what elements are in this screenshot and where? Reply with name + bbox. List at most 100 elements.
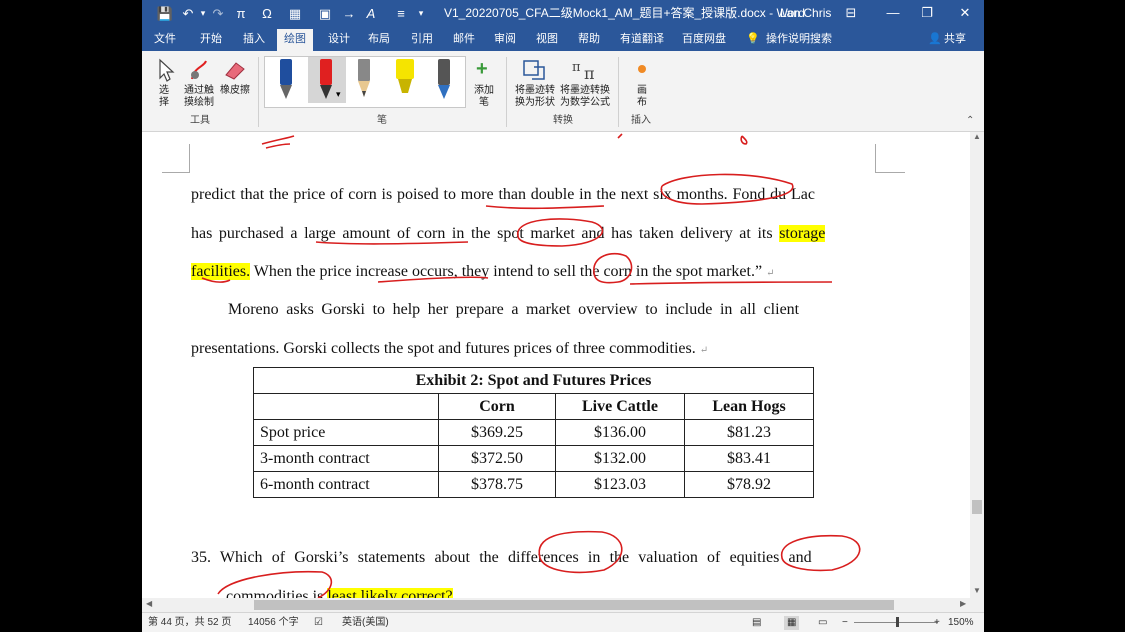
read-mode-icon[interactable]: ▤ [752, 616, 761, 630]
minimize-button[interactable]: — [880, 3, 906, 23]
scroll-thumb[interactable] [972, 500, 982, 514]
touch-draw-button[interactable]: 通过触摸绘制 [182, 57, 216, 113]
tab-review[interactable]: 审阅 [494, 31, 516, 47]
ink-stroke [485, 205, 605, 210]
document-title: V1_20220705_CFA二级Mock1_AM_题目+答案_授课版.docx… [444, 6, 805, 20]
tab-help[interactable]: 帮助 [578, 31, 600, 47]
svg-text:π: π [584, 64, 595, 83]
scroll-right-icon[interactable]: ▶ [960, 599, 966, 608]
ink-stroke [377, 276, 489, 283]
touch-draw-icon [191, 60, 207, 80]
page-count[interactable]: 第 44 页，共 52 页 [148, 616, 231, 630]
status-bar: 第 44 页，共 52 页 14056 个字 ☑ 英语(美国) ▤ ▦ ▭ − … [142, 612, 984, 632]
ink-stroke [617, 133, 623, 139]
tab-insert[interactable]: 插入 [243, 31, 265, 47]
scroll-up-icon[interactable]: ▲ [973, 132, 981, 141]
horizontal-scrollbar[interactable]: ◀ ▶ [142, 598, 984, 612]
ink-to-shape-button[interactable]: 将墨迹转换为形状 [514, 57, 556, 113]
ink-to-math-icon: ππ [572, 60, 595, 83]
pen-1[interactable] [278, 59, 294, 106]
add-pen-button[interactable]: + 添加笔 [472, 57, 496, 113]
ink-stroke [201, 277, 231, 283]
language-indicator[interactable]: 英语(美国) [342, 616, 389, 630]
ribbon: 选择 通过触摸绘制 橡皮擦 工具 ▾ + 添加笔 笔 将墨迹转换为形状 π π … [142, 51, 984, 132]
divider [618, 57, 619, 127]
ink-stroke [593, 252, 633, 284]
web-layout-icon[interactable]: ▭ [818, 616, 827, 630]
zoom-level[interactable]: 150% [948, 616, 974, 630]
plus-icon: + [476, 58, 488, 80]
collapse-ribbon-icon[interactable]: ⌃ [966, 115, 974, 126]
ink-stroke [629, 281, 833, 285]
symbol-icon[interactable]: Ω [260, 4, 274, 23]
ink-stroke [660, 173, 794, 205]
select-button[interactable]: 选择 [154, 57, 176, 113]
pencil-1[interactable] [356, 59, 372, 106]
proofing-icon[interactable]: ☑ [314, 616, 323, 630]
tab-youdao[interactable]: 有道翻译 [620, 31, 664, 47]
ink-stroke [780, 534, 861, 572]
cursor-icon [159, 58, 175, 82]
divider [258, 57, 259, 127]
tab-references[interactable]: 引用 [411, 31, 433, 47]
tab-draw[interactable]: 绘图 [277, 29, 313, 51]
pencil-icon [358, 59, 370, 97]
tab-design[interactable]: 设计 [328, 31, 350, 47]
convert-group-label: 转换 [553, 115, 573, 126]
arrow-icon[interactable]: → [342, 4, 356, 23]
tab-home[interactable]: 开始 [200, 31, 222, 47]
undo-icon[interactable]: ↶ [180, 4, 196, 23]
table-icon[interactable]: ▦ [288, 4, 302, 23]
tab-view[interactable]: 视图 [536, 31, 558, 47]
ink-stroke [517, 218, 604, 247]
ink-to-shape-icon [523, 60, 545, 80]
canvas-button[interactable]: 画布 [630, 57, 654, 113]
font-color-icon[interactable]: A [364, 4, 378, 23]
ink-stroke [261, 135, 295, 145]
customize-qat-icon[interactable]: ▾ [416, 4, 426, 23]
pen-3[interactable] [436, 59, 452, 106]
save-icon[interactable]: 💾 [156, 4, 174, 23]
vertical-scrollbar[interactable]: ▲ ▼ [970, 132, 984, 598]
canvas-icon [638, 65, 646, 73]
zoom-out-icon[interactable]: − [842, 616, 848, 630]
tab-file[interactable]: 文件 [154, 31, 176, 47]
restore-button[interactable]: ❐ [914, 3, 940, 23]
align-icon[interactable]: ≡ [394, 4, 408, 23]
tell-me-search[interactable]: 操作说明搜索 [766, 31, 832, 47]
document-area[interactable]: predict that the price of corn is poised… [142, 132, 970, 605]
tab-mailings[interactable]: 邮件 [453, 31, 475, 47]
divider [506, 57, 507, 127]
ink-stroke [740, 135, 748, 145]
eraser-button[interactable]: 橡皮擦 [218, 57, 252, 113]
pen-options-chevron-icon[interactable]: ▾ [336, 89, 341, 100]
share-icon[interactable]: 👤 [928, 31, 942, 47]
scroll-left-icon[interactable]: ◀ [146, 599, 152, 608]
pen-icon [320, 59, 332, 99]
zoom-in-icon[interactable]: + [934, 616, 940, 630]
share-button[interactable]: 共享 [944, 31, 966, 47]
pens-group-label: 笔 [377, 115, 387, 126]
scroll-down-icon[interactable]: ▼ [973, 586, 981, 595]
equation-icon[interactable]: π [234, 4, 248, 23]
pen-icon [438, 59, 450, 99]
pen-icon [280, 59, 292, 99]
highlighter-1[interactable] [394, 59, 416, 106]
pen-2-selected[interactable]: ▾ [308, 57, 346, 103]
tab-baidu[interactable]: 百度网盘 [682, 31, 726, 47]
ink-stroke [315, 241, 469, 245]
redo-icon[interactable]: ↷ [210, 4, 226, 23]
ribbon-display-icon[interactable]: ⊟ [838, 3, 864, 23]
user-name[interactable]: Lan Chris [780, 5, 831, 21]
scroll-thumb[interactable] [254, 600, 894, 610]
word-count[interactable]: 14056 个字 [248, 616, 299, 630]
lightbulb-icon[interactable]: 💡 [746, 31, 760, 47]
tab-layout[interactable]: 布局 [368, 31, 390, 47]
window-icon[interactable]: ▣ [318, 4, 332, 23]
highlighter-icon [396, 59, 414, 93]
print-layout-icon[interactable]: ▦ [784, 616, 800, 630]
undo-dropdown-icon[interactable]: ▾ [198, 4, 208, 23]
close-button[interactable]: ✕ [952, 3, 978, 23]
zoom-slider-thumb[interactable] [896, 617, 899, 627]
ink-to-math-button[interactable]: ππ 将墨迹转换为数学公式 [560, 57, 610, 113]
